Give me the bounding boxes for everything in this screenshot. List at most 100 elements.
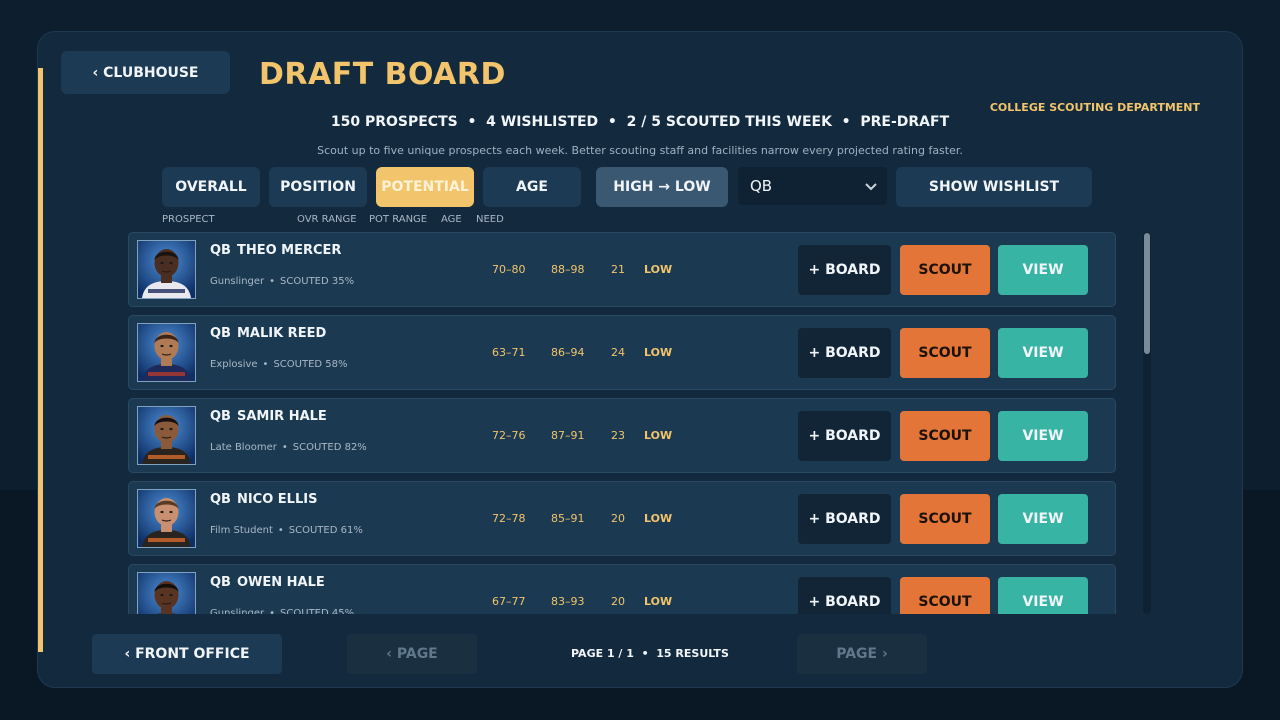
show-wishlist-button[interactable]: SHOW WISHLIST <box>896 167 1092 207</box>
prev-page-button[interactable]: ‹ PAGE <box>347 634 477 674</box>
prospect-need: LOW <box>644 346 673 359</box>
prospect-name-line: QB THEO MERCER <box>210 243 341 258</box>
filter-overall-button[interactable]: OVERALL <box>162 167 260 207</box>
prospect-ovr-range: 63–71 <box>492 346 526 359</box>
column-header-age: AGE <box>441 214 462 225</box>
prospect-scouted: SCOUTED 82% <box>292 442 367 453</box>
prospect-details: Gunslinger • SCOUTED 35% <box>210 276 354 287</box>
prospect-ovr-range: 72–76 <box>492 429 526 442</box>
prospect-details: Gunslinger • SCOUTED 45% <box>210 608 354 614</box>
sort-order-button[interactable]: HIGH → LOW <box>596 167 728 207</box>
prospect-name: OWEN HALE <box>236 575 325 590</box>
separator-dot: • <box>277 525 284 536</box>
filter-potential-button[interactable]: POTENTIAL <box>376 167 474 207</box>
prospect-archetype: Late Bloomer <box>210 442 277 453</box>
column-header-need: NEED <box>476 214 504 225</box>
prospect-row[interactable]: QB SAMIR HALE Late Bloomer • SCOUTED 82% 72… <box>128 398 1116 473</box>
prospect-age: 21 <box>611 263 625 276</box>
stats-line: 150 PROSPECTS • 4 WISHLISTED • 2 / 5 SCO… <box>330 114 950 130</box>
add-to-board-button[interactable]: + BOARD <box>798 245 891 295</box>
prospect-name-line: QB SAMIR HALE <box>210 409 327 424</box>
draft-board-panel: ‹ CLUBHOUSE DRAFT BOARD COLLEGE SCOUTING… <box>37 31 1243 688</box>
prospect-pot-range: 85–91 <box>551 512 585 525</box>
prospect-position: QB <box>210 243 231 258</box>
separator-dot: • <box>269 276 276 287</box>
prospect-name: MALIK REED <box>236 326 327 341</box>
column-header-pot: POT RANGE <box>369 214 428 225</box>
clubhouse-back-button[interactable]: ‹ CLUBHOUSE <box>61 51 230 94</box>
position-select-value: QB <box>750 177 773 195</box>
column-header-prospect: PROSPECT <box>162 214 215 225</box>
prospect-ovr-range: 72–78 <box>492 512 526 525</box>
prospect-archetype: Gunslinger <box>210 276 265 287</box>
add-to-board-button[interactable]: + BOARD <box>798 494 891 544</box>
prospect-position: QB <box>210 492 231 507</box>
add-to-board-button[interactable]: + BOARD <box>798 577 891 614</box>
filter-position-button[interactable]: POSITION <box>269 167 367 207</box>
player-portrait <box>137 323 196 382</box>
scout-button[interactable]: SCOUT <box>900 411 990 461</box>
prospect-archetype: Film Student <box>210 525 273 536</box>
position-select[interactable]: QB <box>738 167 887 205</box>
prospect-need: LOW <box>644 429 673 442</box>
next-page-button[interactable]: PAGE › <box>797 634 927 674</box>
department-label: COLLEGE SCOUTING DEPARTMENT <box>989 101 1200 114</box>
prospect-position: QB <box>210 409 231 424</box>
prospect-age: 20 <box>611 512 625 525</box>
prospect-archetype: Gunslinger <box>210 608 265 614</box>
column-header-ovr: OVR RANGE <box>297 214 357 225</box>
chevron-down-icon <box>865 177 877 195</box>
add-to-board-button[interactable]: + BOARD <box>798 328 891 378</box>
prospect-pot-range: 88–98 <box>551 263 585 276</box>
view-button[interactable]: VIEW <box>998 494 1088 544</box>
scout-button[interactable]: SCOUT <box>900 494 990 544</box>
prospect-scouted: SCOUTED 45% <box>280 608 355 614</box>
prospect-name-line: QB OWEN HALE <box>210 575 325 590</box>
prospect-ovr-range: 70–80 <box>492 263 526 276</box>
view-button[interactable]: VIEW <box>998 577 1088 614</box>
separator-dot: • <box>262 359 269 370</box>
scout-button[interactable]: SCOUT <box>900 577 990 614</box>
prospect-details: Explosive • SCOUTED 58% <box>210 359 348 370</box>
prospect-row[interactable]: QB THEO MERCER Gunslinger • SCOUTED 35% 70–… <box>128 232 1116 307</box>
prospect-row[interactable]: QB OWEN HALE Gunslinger • SCOUTED 45% 67–77… <box>128 564 1116 614</box>
view-button[interactable]: VIEW <box>998 245 1088 295</box>
player-portrait <box>137 489 196 548</box>
prospect-details: Film Student • SCOUTED 61% <box>210 525 363 536</box>
prospect-row[interactable]: QB MALIK REED Explosive • SCOUTED 58% 63–71… <box>128 315 1116 390</box>
prospect-ovr-range: 67–77 <box>492 595 526 608</box>
page-title: DRAFT BOARD <box>259 57 506 92</box>
separator-dot: • <box>281 442 288 453</box>
page-info: PAGE 1 / 1 • 15 RESULTS <box>571 647 729 660</box>
add-to-board-button[interactable]: + BOARD <box>798 411 891 461</box>
prospect-archetype: Explosive <box>210 359 258 370</box>
prospect-scouted: SCOUTED 35% <box>280 276 355 287</box>
scout-button[interactable]: SCOUT <box>900 328 990 378</box>
scouting-subtitle: Scout up to five unique prospects each w… <box>317 144 963 157</box>
prospect-pot-range: 86–94 <box>551 346 585 359</box>
view-button[interactable]: VIEW <box>998 328 1088 378</box>
prospect-need: LOW <box>644 595 673 608</box>
prospect-row[interactable]: QB NICO ELLIS Film Student • SCOUTED 61% 72… <box>128 481 1116 556</box>
prospect-list[interactable]: QB THEO MERCER Gunslinger • SCOUTED 35% 70–… <box>128 232 1118 614</box>
prospect-pot-range: 87–91 <box>551 429 585 442</box>
prospect-details: Late Bloomer • SCOUTED 82% <box>210 442 367 453</box>
prospect-need: LOW <box>644 263 673 276</box>
prospect-name: THEO MERCER <box>236 243 342 258</box>
prospect-need: LOW <box>644 512 673 525</box>
filter-age-button[interactable]: AGE <box>483 167 581 207</box>
separator-dot: • <box>269 608 276 614</box>
scrollbar-thumb[interactable] <box>1144 233 1150 354</box>
prospect-name: NICO ELLIS <box>236 492 318 507</box>
prospect-age: 23 <box>611 429 625 442</box>
view-button[interactable]: VIEW <box>998 411 1088 461</box>
scout-button[interactable]: SCOUT <box>900 245 990 295</box>
prospect-position: QB <box>210 575 231 590</box>
prospect-position: QB <box>210 326 231 341</box>
player-portrait <box>137 406 196 465</box>
prospect-scouted: SCOUTED 61% <box>288 525 363 536</box>
prospect-age: 20 <box>611 595 625 608</box>
prospect-name-line: QB MALIK REED <box>210 326 326 341</box>
front-office-button[interactable]: ‹ FRONT OFFICE <box>92 634 282 674</box>
player-portrait <box>137 240 196 299</box>
